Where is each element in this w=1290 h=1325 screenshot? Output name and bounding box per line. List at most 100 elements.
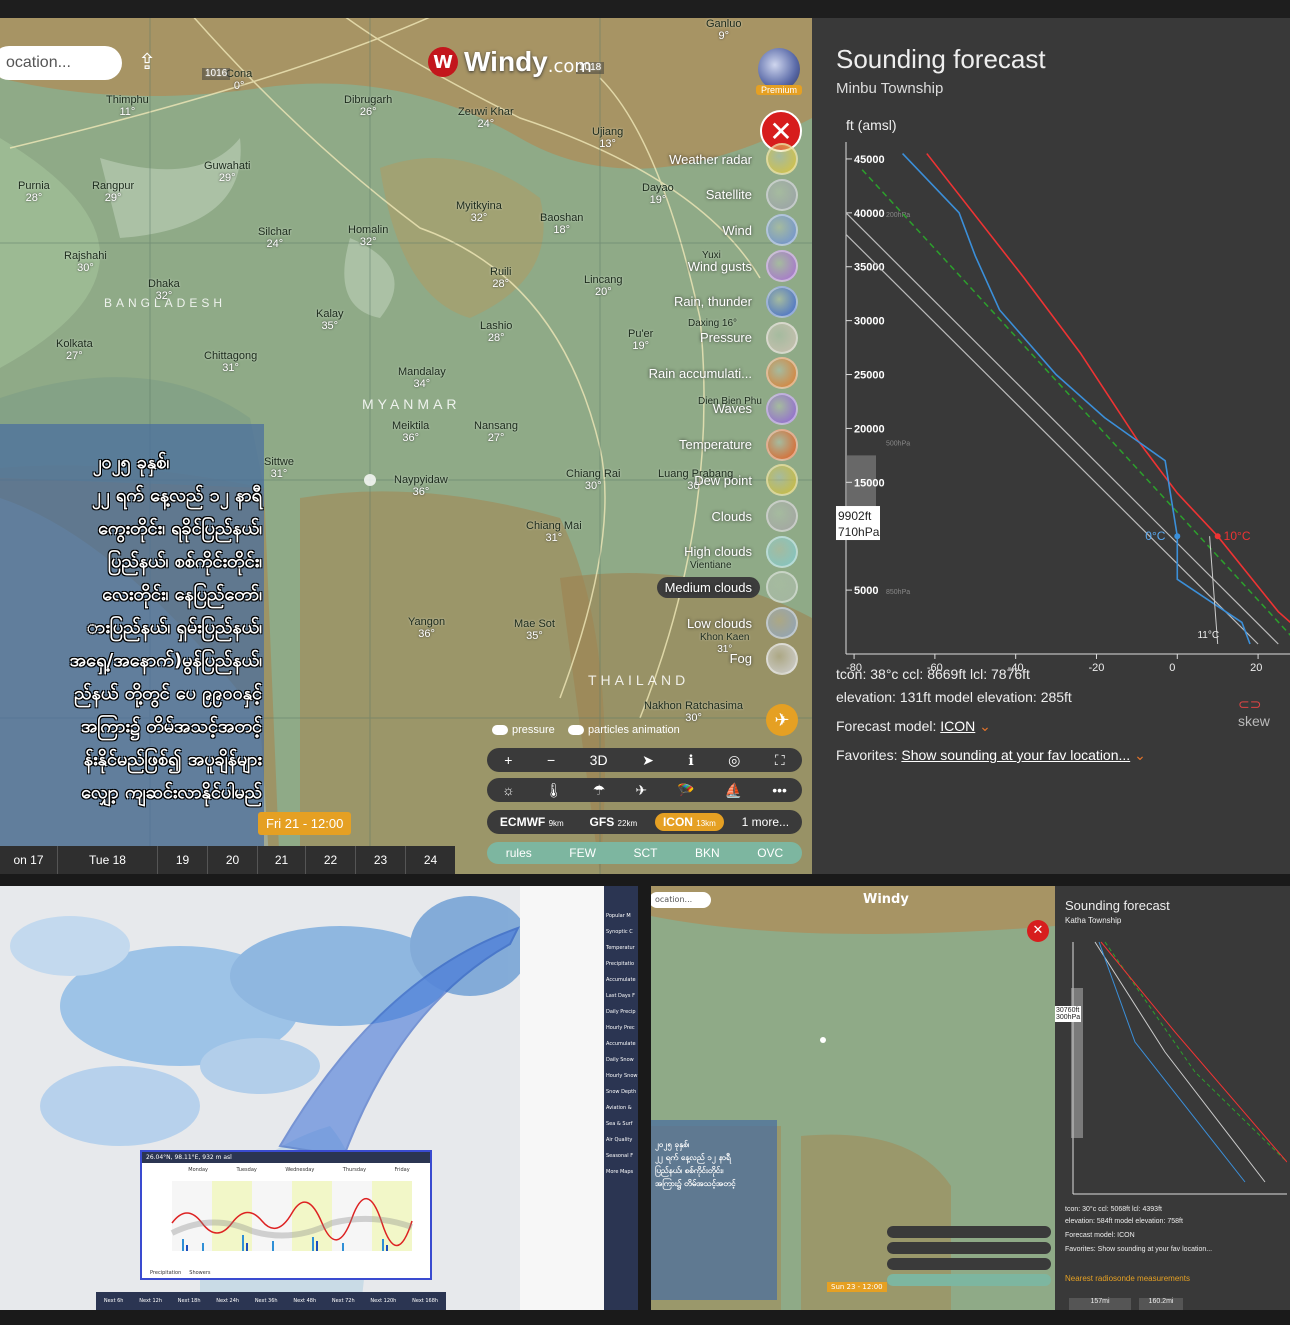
menu-item[interactable]: Aviation &: [606, 1100, 638, 1116]
menu-item[interactable]: Snow Depth: [606, 1084, 638, 1100]
timeline[interactable]: on 17 Tue 18 19 20 21 22 23 24: [0, 846, 455, 874]
chevron-down-icon[interactable]: ⌄: [979, 718, 991, 734]
layer-item[interactable]: Wind gusts: [680, 250, 798, 283]
city-label[interactable]: Naypyidaw 36°: [394, 474, 448, 498]
city-label[interactable]: Zeuwi Khar 24°: [458, 106, 514, 130]
favorites-select[interactable]: Favorites: Show sounding at your fav loc…: [1065, 1246, 1212, 1253]
sounding-chart[interactable]: ft (amsl)4500040000350003000025000200001…: [812, 114, 1290, 674]
layer-item[interactable]: Rain accumulati...: [641, 357, 798, 390]
city-label[interactable]: Sittwe 31°: [264, 456, 294, 480]
city-label[interactable]: Ruili 28°: [490, 266, 511, 290]
control-bar[interactable]: [887, 1226, 1051, 1238]
timeline-day[interactable]: 19: [158, 846, 208, 874]
city-label[interactable]: Dhaka 32°: [148, 278, 180, 302]
timeline-day[interactable]: Tue 18: [58, 846, 158, 874]
city-label[interactable]: Myitkyina 32°: [456, 200, 502, 224]
city-label[interactable]: Thimphu 11°: [106, 94, 149, 118]
menu-item[interactable]: Hourly Snow: [606, 1068, 638, 1084]
timeline-day[interactable]: 20: [208, 846, 258, 874]
menu-item[interactable]: More Maps: [606, 1164, 638, 1180]
plane-icon[interactable]: ✈: [635, 782, 647, 799]
layer-item[interactable]: Waves: [705, 392, 798, 425]
city-label[interactable]: Kalay 35°: [316, 308, 344, 332]
skew-toggle[interactable]: ⊂⊃ skew: [1238, 696, 1290, 729]
menu-item[interactable]: Hourly Prec: [606, 1020, 638, 1036]
nav-button[interactable]: Next 6h: [104, 1298, 124, 1304]
city-label[interactable]: Dayao 19°: [642, 182, 674, 206]
3d-button[interactable]: 3D: [590, 752, 608, 768]
mini-map[interactable]: ocation... Windy ✕ ၂၀၂၅ ခုနှစ်၊ ၂၂ ရက် န…: [651, 886, 1055, 1310]
city-label[interactable]: Yangon 36°: [408, 616, 445, 640]
nav-button[interactable]: Next 120h: [370, 1298, 396, 1304]
locate-icon[interactable]: ➤: [642, 752, 654, 769]
layer-item[interactable]: Clouds: [704, 500, 798, 532]
nav-button[interactable]: Next 36h: [255, 1298, 278, 1304]
layer-item[interactable]: Weather radar: [661, 143, 798, 175]
layer-item[interactable]: Medium clouds: [656, 571, 798, 604]
city-label[interactable]: Nansang 27°: [474, 420, 518, 444]
precip-map-screenshot[interactable]: Popular M Synoptic C Temperatur Precipitati…: [0, 886, 638, 1310]
nav-button[interactable]: Next 24h: [216, 1298, 239, 1304]
close-button[interactable]: ✕: [1027, 920, 1049, 942]
menu-item[interactable]: Air Quality: [606, 1132, 638, 1148]
nav-button[interactable]: Next 168h: [412, 1298, 438, 1304]
mini-sounding-chart[interactable]: [1065, 932, 1287, 1202]
menu-item[interactable]: Sea & Surf: [606, 1116, 638, 1132]
layer-item[interactable]: Temperature: [671, 428, 798, 461]
timeline-day[interactable]: 24: [406, 846, 455, 874]
menu-item[interactable]: Synoptic C: [606, 924, 638, 940]
layer-item[interactable]: Fog: [722, 642, 798, 675]
city-label[interactable]: Pu'er 19°: [628, 328, 653, 352]
layer-item[interactable]: Wind: [714, 214, 798, 247]
nav-button[interactable]: Next 12h: [139, 1298, 162, 1304]
zoom-out-button[interactable]: −: [547, 752, 555, 768]
nav-button[interactable]: Next 18h: [178, 1298, 201, 1304]
second-screenshot[interactable]: ocation... Windy ✕ ၂၀၂၅ ခုနှစ်၊ ၂၂ ရက် န…: [651, 886, 1290, 1310]
menu-item[interactable]: Daily Precip: [606, 1004, 638, 1020]
hurricane-icon[interactable]: ◎: [728, 752, 740, 769]
menu-item[interactable]: Temperatur: [606, 940, 638, 956]
menu-item[interactable]: Precipitatio: [606, 956, 638, 972]
time-flag[interactable]: Fri 21 - 12:00: [258, 812, 352, 835]
menu-item[interactable]: Seasonal F: [606, 1148, 638, 1164]
layer-item[interactable]: Rain, thunder: [666, 285, 798, 318]
city-label[interactable]: Nakhon Ratchasima 30°: [644, 700, 743, 724]
particles-toggle[interactable]: particles animation: [568, 724, 680, 736]
city-label[interactable]: Silchar 24°: [258, 226, 292, 250]
city-label[interactable]: Dibrugarh 26°: [344, 94, 392, 118]
city-label[interactable]: Baoshan 18°: [540, 212, 583, 236]
city-label[interactable]: Chiang Mai 31°: [526, 520, 582, 544]
city-label[interactable]: Ganluo 9°: [706, 18, 741, 42]
timeline-day[interactable]: 23: [356, 846, 406, 874]
chevron-down-icon[interactable]: ⌄: [1134, 747, 1146, 763]
windy-map[interactable]: MYANMAR BANGLADESH THAILAND Thimphu 11° D…: [0, 18, 812, 874]
thermometer-icon[interactable]: 🌡: [545, 782, 563, 799]
city-label[interactable]: Lashio 28°: [480, 320, 512, 344]
menu-item[interactable]: Daily Snow: [606, 1052, 638, 1068]
city-label[interactable]: Rajshahi 30°: [64, 250, 107, 274]
radiosonde-button[interactable]: 157mi: [1069, 1298, 1131, 1310]
tool-bar[interactable]: [887, 1242, 1051, 1254]
city-label[interactable]: Guwahati 29°: [204, 160, 250, 184]
layer-item[interactable]: Satellite: [698, 178, 798, 211]
airport-icon[interactable]: ✈: [766, 704, 798, 736]
model-ecmwf[interactable]: ECMWF 9km: [492, 813, 572, 831]
city-label[interactable]: Rangpur 29°: [92, 180, 134, 204]
model-more[interactable]: 1 more...: [734, 813, 797, 831]
fullscreen-icon[interactable]: ⛶: [775, 752, 785, 769]
city-label[interactable]: Chiang Rai 30°: [566, 468, 620, 492]
model-gfs[interactable]: GFS 22km: [582, 813, 646, 831]
city-label[interactable]: Meiktila 36°: [392, 420, 429, 444]
layer-item[interactable]: Low clouds: [679, 607, 798, 640]
premium-button[interactable]: Premium: [756, 48, 802, 96]
timeline-day[interactable]: 22: [306, 846, 356, 874]
search-input[interactable]: ocation...: [651, 892, 711, 908]
city-label[interactable]: Ujiang 13°: [592, 126, 623, 150]
search-input[interactable]: ocation...: [0, 46, 122, 80]
zoom-in-button[interactable]: +: [504, 752, 512, 768]
city-label[interactable]: Mae Sot 35°: [514, 618, 555, 642]
menu-item[interactable]: Popular M: [606, 908, 638, 924]
boat-icon[interactable]: ⛵: [725, 782, 742, 799]
radiosonde-button[interactable]: 160.2mi: [1139, 1298, 1183, 1310]
model-bar[interactable]: [887, 1258, 1051, 1270]
